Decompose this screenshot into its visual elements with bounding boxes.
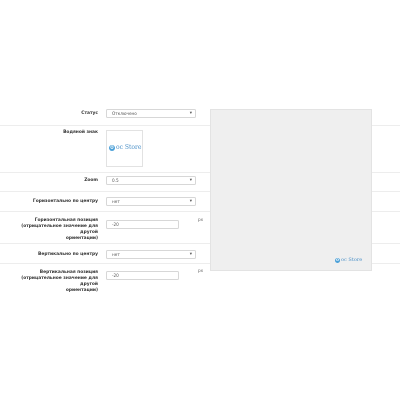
zoom-label: Zoom <box>84 178 98 183</box>
label-line: ориентации) <box>65 236 98 241</box>
horizontal-position-label: Горизонтальная позиция (отрицательное зн… <box>4 218 98 242</box>
label-line: (отрицательное значение для другой <box>21 224 98 235</box>
logo-mark: O <box>335 257 340 263</box>
vertical-center-select[interactable]: нет ▾ <box>106 250 196 259</box>
chevron-down-icon: ▾ <box>189 199 192 204</box>
watermark-logo: O oc Store <box>109 144 141 151</box>
zoom-select-value: 0.5 <box>112 178 119 183</box>
horizontal-position-value: -20 <box>112 222 119 227</box>
watermark-label: Водяной знак <box>63 130 98 135</box>
logo-mark: O <box>109 144 115 151</box>
status-select-value: Отключено <box>112 111 137 116</box>
vertical-center-label: Вертикально по центру <box>38 252 98 257</box>
vertical-position-value: -20 <box>112 273 119 278</box>
watermark-preview: O oc Store <box>210 109 372 271</box>
logo-text: oc Store <box>116 144 142 151</box>
chevron-down-icon: ▾ <box>189 252 192 257</box>
chevron-down-icon: ▾ <box>189 178 192 183</box>
horizontal-center-select[interactable]: нет ▾ <box>106 197 196 206</box>
logo-text: oc Store <box>341 257 363 263</box>
label-line: ориентации) <box>65 288 98 293</box>
horizontal-position-input[interactable]: -20 <box>106 220 179 229</box>
watermark-image-button[interactable]: O oc Store <box>106 130 143 167</box>
horizontal-center-label: Горизонтально по центру <box>32 199 98 204</box>
vertical-center-value: нет <box>112 252 120 257</box>
status-label: Статус <box>81 111 98 116</box>
zoom-select[interactable]: 0.5 ▾ <box>106 176 196 185</box>
horizontal-position-unit: px <box>198 217 204 222</box>
horizontal-center-value: нет <box>112 199 120 204</box>
vertical-position-input[interactable]: -20 <box>106 271 179 280</box>
status-select[interactable]: Отключено ▾ <box>106 109 196 118</box>
vertical-position-label: Вертикальная позиция (отрицательное знач… <box>4 270 98 294</box>
vertical-position-unit: px <box>198 268 204 273</box>
label-line: (отрицательное значение для другой <box>21 276 98 287</box>
chevron-down-icon: ▾ <box>189 111 192 116</box>
preview-watermark-logo: O oc Store <box>335 257 362 263</box>
